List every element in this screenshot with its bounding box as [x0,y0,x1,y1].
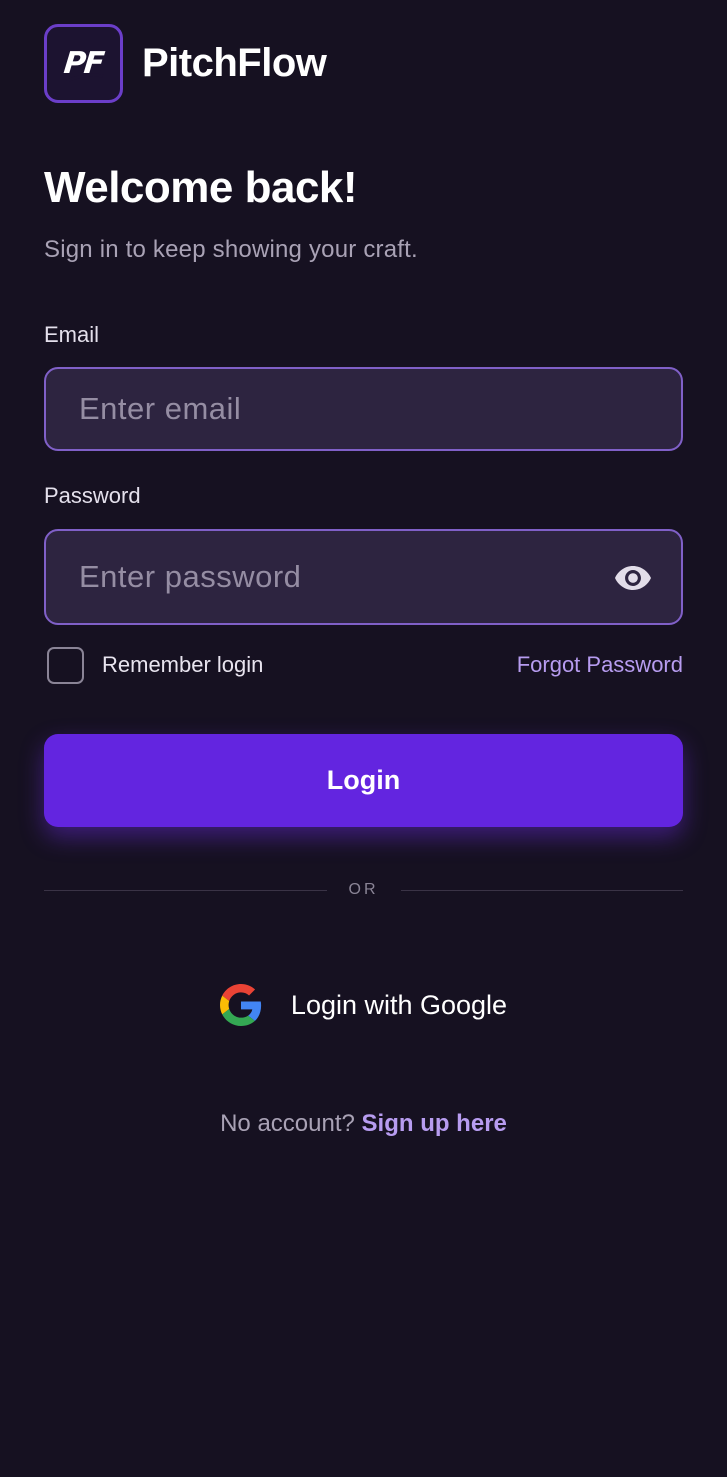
email-field[interactable] [79,391,648,427]
signup-prompt: No account? Sign up here [0,1110,727,1138]
signup-link[interactable]: Sign up here [362,1110,507,1137]
eye-icon[interactable] [615,564,651,592]
brand-header: PF PitchFlow [44,24,327,103]
password-field[interactable] [79,559,648,595]
logo-swoosh [66,73,104,83]
signup-prompt-text: No account? [220,1110,355,1137]
divider-line-left [44,889,327,891]
password-label: Password [44,483,141,508]
login-button[interactable]: Login [44,734,683,827]
app-logo: PF [44,24,123,103]
email-field-container [44,367,683,451]
page-title: Welcome back! [44,163,358,212]
remember-label[interactable]: Remember login [102,652,263,678]
or-divider: OR [44,880,683,900]
app-name: PitchFlow [142,41,327,85]
google-icon [219,984,262,1026]
remember-checkbox[interactable] [47,646,84,684]
page-subtitle: Sign in to keep showing your craft. [44,236,418,263]
forgot-password-link[interactable]: Forgot Password [517,652,683,678]
divider-text: OR [348,881,379,898]
google-login-label: Login with Google [290,989,508,1020]
google-login-button[interactable]: Login with Google [0,980,727,1030]
email-label: Email [44,322,100,347]
divider-line-right [400,889,683,891]
remember-row: Remember login Forgot Password [44,646,683,684]
login-screen: PF PitchFlow Welcome back! Sign in to ke… [0,0,727,1477]
password-field-container [44,529,683,625]
